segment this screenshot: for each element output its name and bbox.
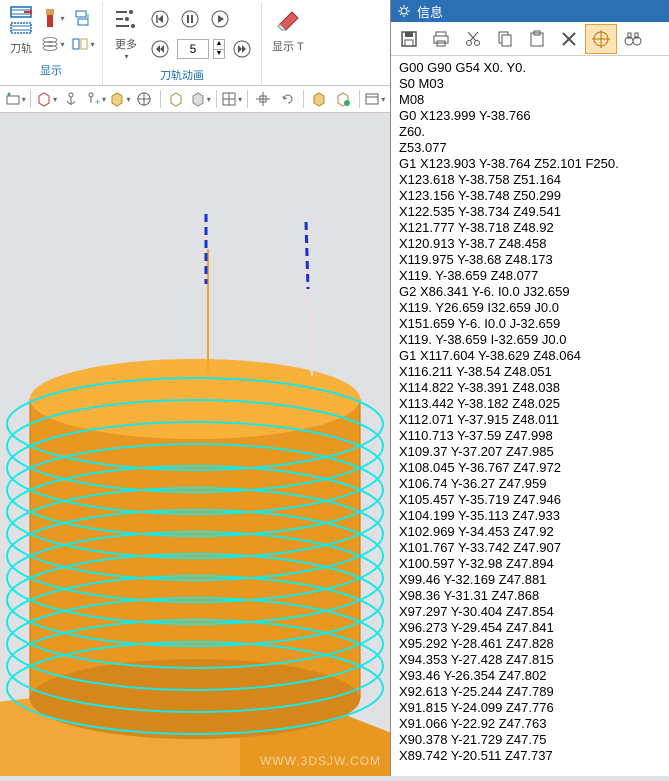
print-button[interactable] — [425, 24, 457, 54]
printer-icon — [431, 29, 451, 49]
info-header: 信息 — [391, 0, 669, 22]
refresh-icon — [280, 91, 296, 107]
ribbon-group-display2: 显示 T — [262, 2, 314, 85]
ribbon-group-animation: 更多 ▾ ▲ ▼ 刀轨动画 — [103, 2, 262, 85]
nav-icon — [5, 91, 21, 107]
qt-btn-3[interactable] — [60, 88, 82, 110]
pause-button[interactable] — [177, 7, 203, 31]
scissors-icon — [463, 29, 483, 49]
viewport-3d[interactable] — [0, 154, 390, 776]
align-icon — [74, 9, 92, 27]
spin-down[interactable]: ▼ — [213, 49, 225, 59]
info-toolbar — [391, 22, 669, 56]
target-icon — [136, 91, 152, 107]
qt-btn-14[interactable]: ▾ — [364, 88, 386, 110]
close-icon — [559, 29, 579, 49]
toolpath-label: 刀轨 — [10, 40, 32, 56]
play-button[interactable] — [207, 7, 233, 31]
qt-btn-6[interactable] — [133, 88, 155, 110]
qt-btn-9[interactable]: ▾ — [220, 88, 242, 110]
speed-input[interactable] — [177, 39, 209, 59]
qt-btn-4[interactable]: +▾ — [84, 88, 106, 110]
box-wire-icon — [168, 91, 184, 107]
cube-icon — [36, 91, 52, 107]
cube4-icon — [335, 91, 351, 107]
grid-icon — [221, 91, 237, 107]
binoculars-icon — [623, 29, 643, 49]
qt-btn-1[interactable]: ▾ — [4, 88, 26, 110]
cube3-icon — [311, 91, 327, 107]
rewind-button[interactable] — [147, 37, 173, 61]
crosshair-button[interactable] — [585, 24, 617, 54]
close-button[interactable] — [553, 24, 585, 54]
group-label: 显示 — [40, 62, 62, 78]
more-label: 更多 — [115, 36, 137, 52]
chevron-down-icon: ▾ — [60, 40, 64, 49]
quick-toolbar: ▾ ▾ +▾ ▾ ▾ ▾ ▾ — [0, 86, 390, 113]
box-shaded-icon — [190, 91, 206, 107]
chevron-down-icon: ▾ — [124, 52, 128, 61]
anchor-plus-icon: + — [85, 91, 101, 107]
align2-icon-button[interactable]: ▾ — [70, 32, 96, 56]
window-icon — [364, 91, 380, 107]
nc-code-listing[interactable]: G00 G90 G54 X0. Y0. S0 M03 M08 G0 X123.9… — [391, 56, 669, 776]
chevron-down-icon: ▾ — [60, 14, 64, 23]
gear-icon — [397, 4, 411, 18]
chevron-down-icon: ▾ — [90, 40, 94, 49]
spin-up[interactable]: ▲ — [213, 39, 225, 49]
floppy-icon — [399, 29, 419, 49]
cut-button[interactable] — [457, 24, 489, 54]
copy-icon — [495, 29, 515, 49]
qt-btn-13[interactable] — [332, 88, 354, 110]
tool-icon-button[interactable]: ▾ — [40, 6, 66, 30]
qt-btn-10[interactable] — [252, 88, 274, 110]
find-button[interactable] — [617, 24, 649, 54]
rewind-icon — [150, 39, 170, 59]
qt-btn-2[interactable]: ▾ — [35, 88, 57, 110]
cube2-icon — [109, 91, 125, 107]
display-t-label: 显示 T — [272, 38, 304, 54]
skip-back-icon — [150, 9, 170, 29]
crosshair-icon — [591, 29, 611, 49]
layer-icon-button[interactable]: ▾ — [40, 32, 66, 56]
forward-icon — [232, 39, 252, 59]
copy-button[interactable] — [489, 24, 521, 54]
stack-icon — [41, 35, 59, 53]
qt-btn-8[interactable]: ▾ — [189, 88, 211, 110]
qt-btn-7[interactable] — [165, 88, 187, 110]
save-button[interactable] — [393, 24, 425, 54]
eraser-icon — [274, 6, 302, 34]
ribbon-group-display: 刀轨 ▾ ▾ ▾ 显 — [0, 2, 103, 85]
svg-text:+: + — [95, 97, 100, 107]
group-label: 刀轨动画 — [160, 67, 204, 83]
skip-back-button[interactable] — [147, 7, 173, 31]
forward-button[interactable] — [229, 37, 255, 61]
crosshair-icon — [255, 91, 271, 107]
qt-btn-11[interactable] — [276, 88, 298, 110]
play-icon — [210, 9, 230, 29]
align-icon-button[interactable] — [70, 6, 96, 30]
display-t-button[interactable]: 显示 T — [268, 4, 308, 56]
anchor-icon — [63, 91, 79, 107]
milling-tool-icon — [41, 8, 59, 28]
toolpath-icon — [10, 6, 32, 20]
paste-button[interactable] — [521, 24, 553, 54]
toolpath-button[interactable]: 刀轨 — [6, 4, 36, 58]
info-title: 信息 — [417, 2, 443, 21]
pause-icon — [180, 9, 200, 29]
more-button[interactable]: 更多 ▾ — [109, 4, 143, 63]
info-panel: 信息 G00 G90 G54 X0. Y0. S0 M03 M08 G0 X12… — [390, 0, 669, 776]
watermark: WWW.3DSJW.COM — [260, 754, 381, 768]
qt-btn-5[interactable]: ▾ — [109, 88, 131, 110]
align2-icon — [71, 35, 89, 53]
settings-lines-icon — [113, 6, 139, 32]
toolpath-icon-2 — [10, 22, 32, 36]
qt-btn-12[interactable] — [308, 88, 330, 110]
model-rendering — [0, 154, 390, 776]
paste-icon — [527, 29, 547, 49]
